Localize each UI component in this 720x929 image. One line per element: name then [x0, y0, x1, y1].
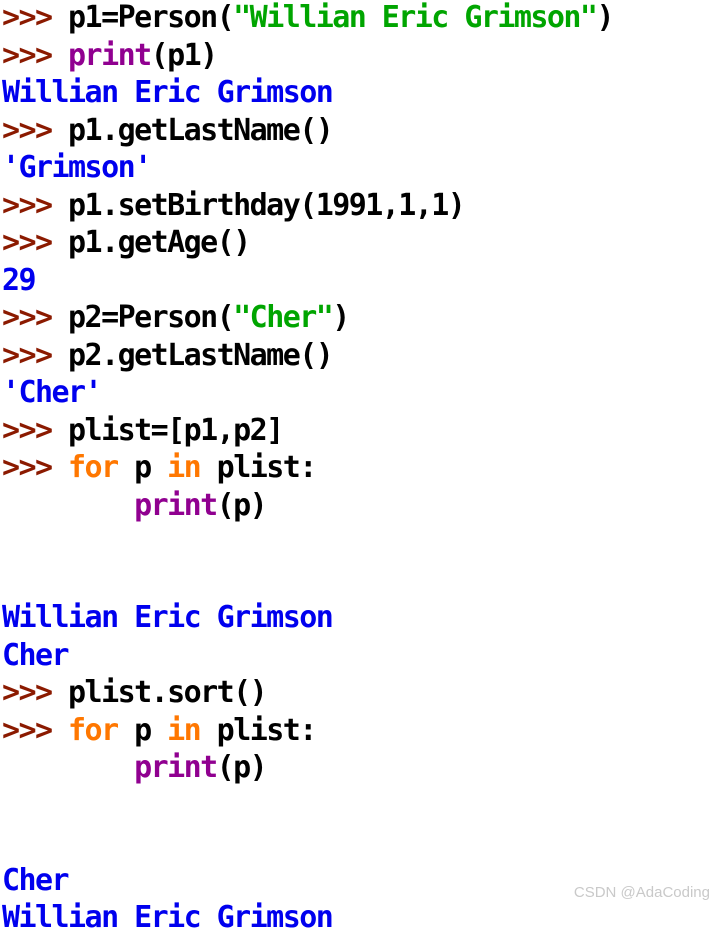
- token-prompt: >>>: [2, 712, 69, 748]
- token-string: "Willian Eric Grimson": [233, 0, 598, 35]
- token-prompt: >>>: [2, 337, 69, 373]
- token-output: 'Grimson': [2, 150, 152, 185]
- console-line[interactable]: >>> plist=[p1,p2]: [2, 412, 718, 450]
- token-plain: plist=[p1,p2]: [68, 412, 284, 448]
- token-keyword: in: [167, 450, 202, 485]
- token-keyword: for: [68, 712, 119, 748]
- token-plain: plist:: [200, 450, 318, 485]
- console-line[interactable]: >>> plist.sort(): [2, 674, 718, 712]
- token-plain: p1=Person(: [68, 0, 235, 35]
- token-output: Willian Eric Grimson: [2, 75, 334, 110]
- token-plain: (p1): [150, 37, 219, 73]
- token-plain: (p): [216, 487, 268, 523]
- token-plain: plist.sort(): [68, 675, 268, 710]
- token-plain: p2=Person(: [68, 300, 235, 335]
- console-line[interactable]: >>> for p in plist:: [2, 449, 718, 487]
- console-line[interactable]: >>> p1.setBirthday(1991,1,1): [2, 187, 718, 225]
- token-builtin: print: [134, 487, 218, 523]
- console-line[interactable]: >>> p1=Person("Willian Eric Grimson"): [2, 0, 718, 37]
- token-plain: p1.setBirthday(1991,1,1): [68, 187, 466, 223]
- console-line[interactable]: >>> p1.getLastName(): [2, 112, 718, 150]
- token-output: Willian Eric Grimson: [2, 900, 334, 929]
- token-plain: p: [117, 712, 168, 748]
- token-prompt: >>>: [2, 300, 69, 335]
- token-string: "Cher": [233, 300, 334, 335]
- console-line[interactable]: 'Cher': [2, 374, 718, 412]
- token-plain: plist:: [200, 712, 318, 748]
- token-keyword: in: [167, 712, 202, 748]
- token-plain: p1.getAge(): [68, 225, 251, 260]
- console-line[interactable]: print(p): [2, 487, 718, 525]
- token-plain: (p): [216, 750, 268, 785]
- console-line[interactable]: >>> p2=Person("Cher"): [2, 299, 718, 337]
- token-prompt: >>>: [2, 450, 69, 485]
- token-builtin: print: [68, 37, 152, 73]
- token-plain: ): [596, 0, 614, 35]
- token-plain: p1.getLastName(): [68, 112, 334, 148]
- console-line[interactable]: print(p): [2, 749, 718, 787]
- token-prompt: >>>: [2, 37, 69, 73]
- token-prompt: >>>: [2, 0, 69, 35]
- token-plain: p: [117, 450, 168, 485]
- token-builtin: print: [134, 750, 218, 785]
- console-line[interactable]: >>> p2.getLastName(): [2, 337, 718, 375]
- token-output: 29: [2, 262, 37, 298]
- watermark-label: CSDN @AdaCoding: [573, 883, 710, 901]
- console-line[interactable]: Cher: [2, 637, 718, 675]
- token-plain: p2.getLastName(): [68, 337, 334, 373]
- token-prompt: >>>: [2, 225, 69, 260]
- python-shell-console[interactable]: >>> p1=Person("Willian Eric Grimson") >>>…: [0, 0, 720, 929]
- token-keyword: for: [68, 450, 119, 485]
- console-line[interactable]: Willian Eric Grimson: [2, 599, 718, 637]
- token-prompt: >>>: [2, 112, 69, 148]
- token-plain: ): [332, 300, 350, 335]
- console-output-area[interactable]: >>> p1=Person("Willian Eric Grimson") >>>…: [2, 0, 718, 929]
- console-line[interactable]: >>> print(p1): [2, 37, 718, 75]
- console-line[interactable]: >>> p1.getAge(): [2, 224, 718, 262]
- token-prompt: >>>: [2, 675, 69, 710]
- token-prompt: >>>: [2, 187, 69, 223]
- console-line[interactable]: 'Grimson': [2, 149, 718, 187]
- token-prompt: >>>: [2, 412, 69, 448]
- token-output: 'Cher': [2, 375, 103, 410]
- token-output: Cher: [2, 637, 70, 673]
- console-line[interactable]: >>> for p in plist:: [2, 712, 718, 750]
- token-output: Cher: [2, 862, 70, 898]
- console-line[interactable]: 29: [2, 262, 718, 300]
- console-line[interactable]: Willian Eric Grimson: [2, 74, 718, 112]
- token-output: Willian Eric Grimson: [2, 600, 334, 635]
